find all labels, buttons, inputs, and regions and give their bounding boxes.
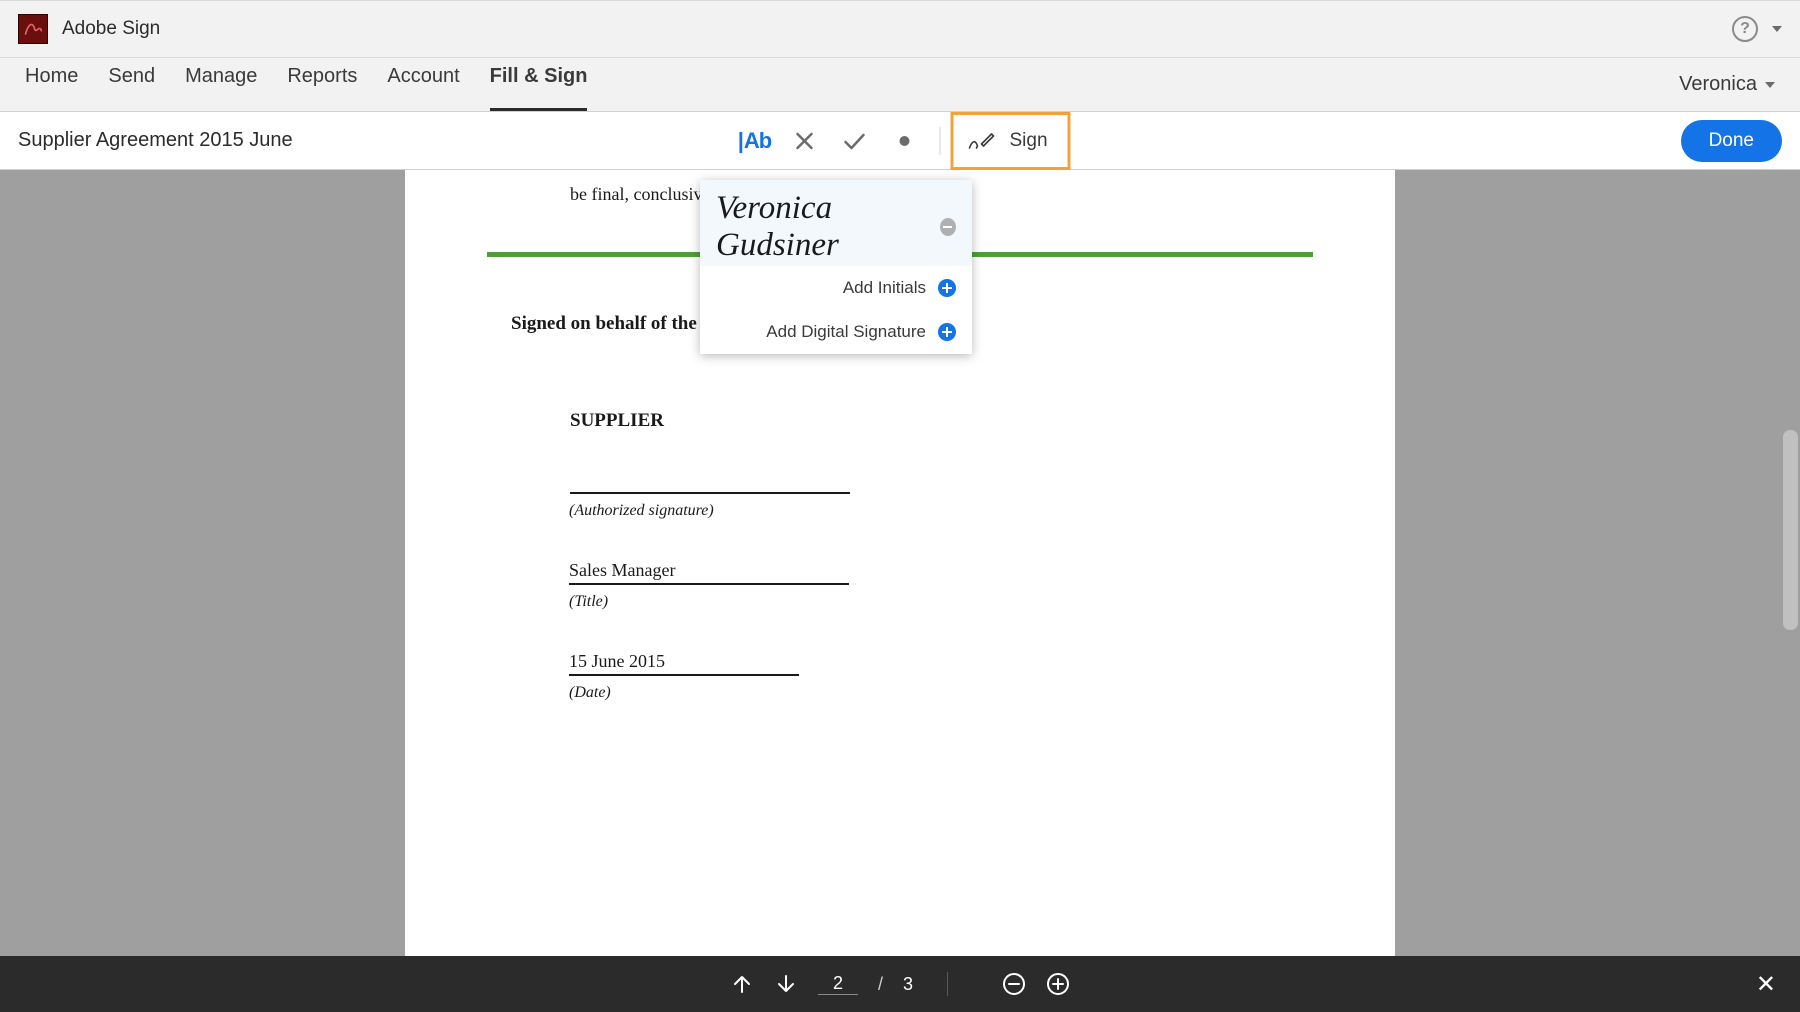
bottom-divider [947,972,948,996]
signature-name: Veronica Gudsiner [716,190,940,264]
nav-reports[interactable]: Reports [287,58,357,111]
add-initials-option[interactable]: Add Initials [700,266,972,310]
arrow-down-icon [774,972,798,996]
dot-icon [898,135,910,147]
scrollbar-track[interactable] [1780,170,1800,956]
app-bar-left: Adobe Sign [18,14,160,44]
supplier-heading: SUPPLIER [570,410,1325,432]
sign-button-label: Sign [1009,130,1047,152]
check-tool[interactable] [829,116,879,166]
sign-dropdown: Veronica Gudsiner Add Initials Add Digit… [700,180,972,354]
zoom-out-button[interactable] [1002,972,1026,996]
app-bar: Adobe Sign ? [0,0,1800,58]
add-digital-label: Add Digital Signature [766,322,926,342]
signature-icon [967,130,995,152]
user-menu-caret-icon [1765,82,1775,88]
date-value: 15 June 2015 [569,651,665,674]
check-icon [842,131,866,151]
title-caption: (Title) [569,593,1325,611]
app-title: Adobe Sign [62,18,160,40]
toolbar-tools: Ab Sign [729,112,1070,170]
add-initials-label: Add Initials [843,278,926,298]
text-tool-label: Ab [738,128,771,154]
sign-button[interactable]: Sign [950,112,1070,170]
nav-home[interactable]: Home [25,58,78,111]
signature-line[interactable] [570,492,850,494]
remove-signature-icon[interactable] [940,218,956,236]
page-control-bar: / 3 ✕ [0,956,1800,1012]
help-icon[interactable]: ? [1732,16,1758,42]
document-canvas[interactable]: be final, conclusive and binding upon bo… [0,170,1800,956]
page-up-button[interactable] [730,972,754,996]
toolbar: Supplier Agreement 2015 June Ab Sign Don… [0,112,1800,170]
date-field[interactable]: 15 June 2015 [569,651,799,676]
scrollbar-thumb[interactable] [1783,430,1798,630]
page-total: 3 [903,974,913,995]
app-menu-caret-icon[interactable] [1772,26,1782,32]
toolbar-divider [939,127,940,155]
text-tool[interactable]: Ab [729,116,779,166]
add-digital-signature-option[interactable]: Add Digital Signature [700,310,972,354]
dot-tool[interactable] [879,116,929,166]
zoom-in-button[interactable] [1046,972,1070,996]
nav-manage[interactable]: Manage [185,58,257,111]
cross-icon [794,131,814,151]
user-menu[interactable]: Veronica [1679,73,1775,96]
zoom-in-icon [1046,972,1070,996]
nav-bar: Home Send Manage Reports Account Fill & … [0,58,1800,112]
document-title: Supplier Agreement 2015 June [18,129,293,152]
nav-tabs: Home Send Manage Reports Account Fill & … [25,58,587,111]
plus-icon [938,323,956,341]
auth-signature-caption: (Authorized signature) [569,502,1325,520]
title-value: Sales Manager [569,560,675,583]
close-button[interactable]: ✕ [1756,970,1776,999]
cross-tool[interactable] [779,116,829,166]
app-bar-right: ? [1732,16,1782,42]
page-separator: / [878,974,883,995]
plus-icon [938,279,956,297]
zoom-out-icon [1002,972,1026,996]
signature-option[interactable]: Veronica Gudsiner [700,180,972,266]
zoom-controls [1002,972,1070,996]
date-caption: (Date) [569,684,1325,702]
nav-account[interactable]: Account [387,58,459,111]
nav-fill-sign[interactable]: Fill & Sign [490,58,588,111]
page-number-input[interactable] [818,973,858,995]
done-button[interactable]: Done [1681,120,1782,162]
nav-send[interactable]: Send [108,58,155,111]
title-field[interactable]: Sales Manager [569,560,849,585]
arrow-up-icon [730,972,754,996]
page-down-button[interactable] [774,972,798,996]
app-logo-icon [18,14,48,44]
user-name: Veronica [1679,73,1757,96]
